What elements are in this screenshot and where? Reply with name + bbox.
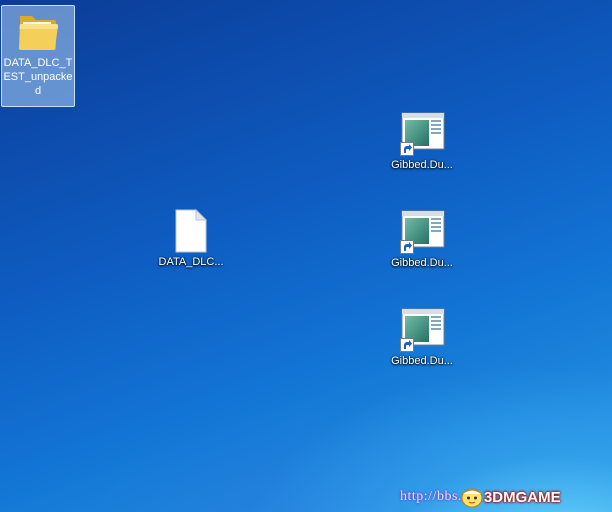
watermark-brand-text: 3DMGAME [483, 488, 561, 506]
desktop-icon-label: DATA_DLC... [158, 256, 224, 268]
shortcut-arrow-icon [400, 240, 414, 254]
shortcut-arrow-icon [400, 338, 414, 352]
desktop-icon-gibbed-shortcut-2[interactable]: Gibbed.Du... [385, 206, 459, 270]
desktop-icon-label: Gibbed.Du... [391, 355, 453, 367]
desktop-icon-label: DATA_DLC_TEST_unpacked [3, 57, 73, 97]
app-shortcut-icon [398, 208, 446, 256]
desktop-icon-label: Gibbed.Du... [391, 159, 453, 171]
desktop-icon-data-dlc-file[interactable]: DATA_DLC... [154, 205, 228, 269]
shortcut-arrow-icon [400, 142, 414, 156]
desktop-icon-label: Gibbed.Du... [391, 257, 453, 269]
blank-file-icon [167, 207, 215, 255]
mascot-logo-icon [461, 488, 483, 508]
app-shortcut-icon [398, 110, 446, 158]
desktop-background[interactable]: DATA_DLC_TEST_unpacked DATA_DLC... Gibbe… [0, 0, 612, 512]
folder-icon [14, 8, 62, 56]
watermark-url-text: http://bbs. [400, 489, 462, 504]
desktop-icon-gibbed-shortcut-3[interactable]: Gibbed.Du... [385, 304, 459, 368]
desktop-icon-data-dlc-test-unpacked-folder[interactable]: DATA_DLC_TEST_unpacked [1, 5, 75, 107]
app-shortcut-icon [398, 306, 446, 354]
desktop-icon-gibbed-shortcut-1[interactable]: Gibbed.Du... [385, 108, 459, 172]
watermark: http://bbs. 3DMGAME [400, 484, 561, 510]
